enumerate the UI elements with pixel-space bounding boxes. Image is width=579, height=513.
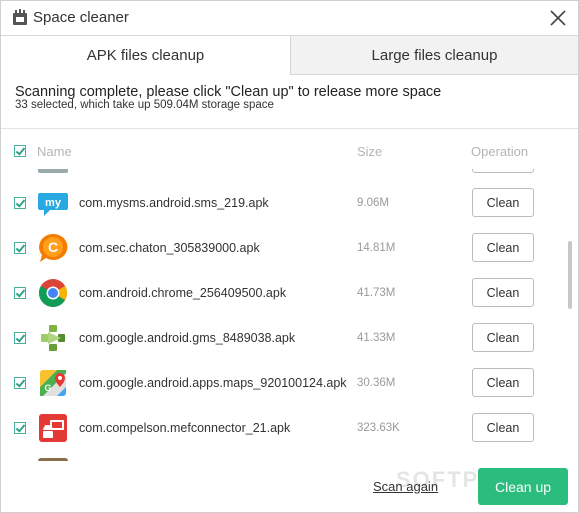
clean-button[interactable]: Clean <box>472 278 534 307</box>
list-item: com.android.chrome_256409500.apk 41.73M … <box>1 259 561 307</box>
clean-button[interactable]: Clean <box>472 413 534 442</box>
mefconnector-icon <box>39 414 67 442</box>
row-checkbox[interactable] <box>14 197 26 209</box>
list-item: com.compelson.mefconnector_21.apk 323.63… <box>1 394 561 442</box>
apk-file-size: 9.06M <box>357 197 389 209</box>
svg-text:C: C <box>48 239 58 255</box>
list-item: G com.google.android.apps.maps_920100124… <box>1 349 561 397</box>
apk-file-size: 41.33M <box>357 332 396 344</box>
apk-file-size: 14.81M <box>357 242 396 254</box>
clean-button[interactable]: Clean <box>472 323 534 352</box>
partial-app-icon <box>38 458 68 461</box>
column-header-operation: Operation <box>471 144 529 159</box>
apk-file-name: com.google.android.gms_8489038.apk <box>79 331 296 345</box>
list-item: com.google.android.gms_8489038.apk 41.33… <box>1 304 561 352</box>
selection-summary: 33 selected, which take up 509.04M stora… <box>15 99 274 111</box>
column-header-size: Size <box>357 144 383 159</box>
divider <box>1 128 578 129</box>
row-checkbox[interactable] <box>14 287 26 299</box>
title-bar: Space cleaner <box>1 1 578 35</box>
scrollbar-thumb[interactable] <box>568 241 572 309</box>
svg-text:G: G <box>44 383 51 393</box>
checkbox-checked-icon <box>14 145 26 157</box>
column-header-name: Name <box>37 144 72 159</box>
clean-button[interactable]: Clean <box>472 233 534 262</box>
apk-file-size: 41.73M <box>357 287 396 299</box>
tab-apk-files-cleanup[interactable]: APK files cleanup <box>1 35 291 75</box>
apk-file-name: com.android.chrome_256409500.apk <box>79 286 287 300</box>
apk-file-name: com.google.android.apps.maps_920100124.a… <box>79 376 347 390</box>
apk-file-size: 30.36M <box>357 377 396 389</box>
scan-again-link[interactable]: Scan again <box>373 479 438 494</box>
list-scrollbar[interactable] <box>566 169 574 461</box>
select-all-checkbox[interactable] <box>14 145 26 157</box>
tab-large-files-cleanup[interactable]: Large files cleanup <box>291 35 578 75</box>
clean-up-button[interactable]: Clean up <box>478 468 568 505</box>
app-logo-icon <box>13 9 27 25</box>
apk-file-name: com.mysms.android.sms_219.apk <box>79 196 269 210</box>
row-checkbox[interactable] <box>14 242 26 254</box>
apk-file-list: my com.mysms.android.sms_219.apk 9.06M C… <box>1 169 561 461</box>
apk-file-name: com.sec.chaton_305839000.apk <box>79 241 260 255</box>
apk-file-name: com.compelson.mefconnector_21.apk <box>79 421 291 435</box>
status-message: Scanning complete, please click "Clean u… <box>15 84 442 100</box>
list-item: my com.mysms.android.sms_219.apk 9.06M C… <box>1 169 561 217</box>
close-icon[interactable] <box>548 8 568 28</box>
row-checkbox[interactable] <box>14 422 26 434</box>
row-checkbox[interactable] <box>14 377 26 389</box>
space-cleaner-window: Space cleaner APK files cleanup Large fi… <box>0 0 579 513</box>
tab-bar: APK files cleanup Large files cleanup <box>1 35 578 75</box>
apk-file-size: 323.63K <box>357 422 400 434</box>
list-item: C com.sec.chaton_305839000.apk 14.81M Cl… <box>1 214 561 262</box>
row-checkbox[interactable] <box>14 332 26 344</box>
clean-button[interactable]: Clean <box>472 188 534 217</box>
window-title: Space cleaner <box>33 9 129 26</box>
clean-button[interactable]: Clean <box>472 368 534 397</box>
svg-text:my: my <box>45 197 62 209</box>
